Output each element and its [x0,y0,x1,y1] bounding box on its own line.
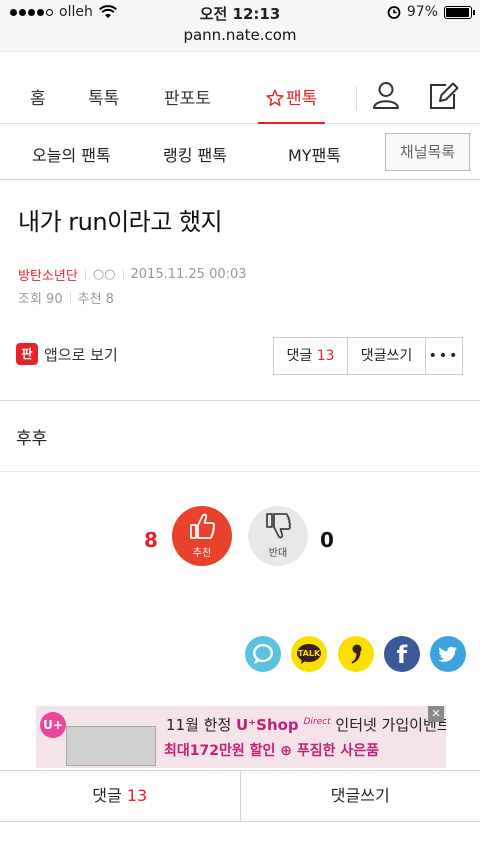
more-button[interactable]: ••• [426,338,462,374]
user-icon[interactable] [371,80,401,110]
article-stats: 조회 90 추천 8 [18,288,114,307]
comment-count: 13 [316,348,335,364]
subnav-today[interactable]: 오늘의 팬톡 [32,142,111,166]
author-name[interactable]: 방탄소년단 [18,265,78,284]
battery-icon [444,5,475,19]
nav-panphoto[interactable]: 판포토 [164,84,211,109]
kakaostory-icon [338,636,374,672]
subnav-my[interactable]: MY팬톡 [288,142,341,166]
open-in-app-label: 앱으로 보기 [44,345,118,364]
write-comment-button[interactable]: 댓글쓰기 [348,338,426,374]
share-kakaotalk-button[interactable]: TALK [291,636,327,672]
recommend-count: 추천 8 [77,292,114,307]
alarm-clock-icon [387,6,401,19]
downvote-count: 0 [320,528,334,552]
author-extra: ○○ [92,267,116,282]
channel-list-button[interactable]: 채널목록 [385,133,470,171]
section-divider [0,400,480,401]
view-count: 조회 90 [18,292,63,307]
meta-divider [122,269,124,280]
nav-fantalk[interactable]: 팬톡 [258,84,326,124]
subnav-ranking[interactable]: 랭킹 팬톡 [163,142,227,166]
status-bar: olleh 오전 12:13 97% [0,0,480,24]
star-icon [266,89,284,107]
nav-fantalk-label: 팬톡 [286,89,318,109]
ad-brand-tag: Direct [303,717,331,727]
active-tab-indicator [258,122,326,124]
downvote-label: 반대 [268,548,288,559]
open-in-app-button[interactable]: 판 앱으로 보기 [16,343,118,365]
thumbs-up-icon [190,513,215,539]
bottom-bar: 댓글 13 댓글쓰기 [0,770,480,822]
article-body: 후후 [16,429,48,449]
url-bar[interactable]: pann.nate.com [0,24,480,52]
nav-home[interactable]: 홈 [30,84,46,109]
ad-prefix: 11월 한정 [166,716,232,734]
facebook-label: f [397,641,408,669]
bottom-comment-button[interactable]: 댓글 13 [0,771,240,821]
share-chat-button[interactable] [245,636,281,672]
upvote-label: 추천 [192,548,212,559]
article-meta: 방탄소년단 ○○ 2015.11.25 00:03 [18,265,247,284]
bottom-write-comment-button[interactable]: 댓글쓰기 [239,771,480,821]
ad-brand: U⁺Shop [236,716,299,734]
ad-product-image [66,726,156,766]
chat-bubble-icon [245,636,281,672]
comment-label: 댓글 [286,348,313,364]
write-icon[interactable] [428,80,460,110]
ad-banner[interactable]: U+ 11월 한정 U⁺Shop Direct 인터넷 가입이벤트 최대172만… [36,706,446,768]
twitter-icon [430,636,466,672]
share-kakaostory-button[interactable] [338,636,374,672]
meta-divider [69,292,71,303]
app-icon: 판 [16,343,38,365]
share-twitter-button[interactable] [430,636,466,672]
nav-divider [356,86,357,110]
ad-subline: 최대172만원 할인 ⊕ 푸짐한 사은품 [164,743,380,759]
sub-nav: 오늘의 팬톡 랭킹 팬톡 MY팬톡 채널목록 [0,125,480,180]
section-divider [0,471,480,472]
share-facebook-button[interactable]: f [384,636,420,672]
battery-percent: 97% [406,4,438,20]
facebook-icon: f [384,636,420,672]
nav-toktok[interactable]: 톡톡 [88,84,119,109]
upvote-count: 8 [144,528,158,552]
main-nav: 홈 톡톡 판포토 팬톡 [0,66,480,124]
battery-fill [446,7,470,17]
article-title: 내가 run이라고 했지 [18,208,223,236]
ad-close-icon[interactable]: ✕ [428,706,444,722]
kakaotalk-icon: TALK [291,636,327,672]
ad-logo: U+ [40,712,66,738]
article-action-group: 댓글 13 댓글쓰기 ••• [273,337,463,375]
ad-headline: 11월 한정 U⁺Shop Direct 인터넷 가입이벤트 [166,714,446,735]
status-right: 97% [387,4,475,20]
thumbs-down-icon [266,513,291,539]
comment-button[interactable]: 댓글 13 [274,338,348,374]
bottom-comment-label: 댓글 [92,786,122,805]
kakaotalk-label: TALK [298,649,321,658]
bottom-comment-count: 13 [126,786,148,805]
upvote-button[interactable]: 추천 [172,506,232,566]
meta-divider [84,269,86,280]
downvote-button[interactable]: 반대 [248,506,308,566]
post-datetime: 2015.11.25 00:03 [130,267,247,282]
